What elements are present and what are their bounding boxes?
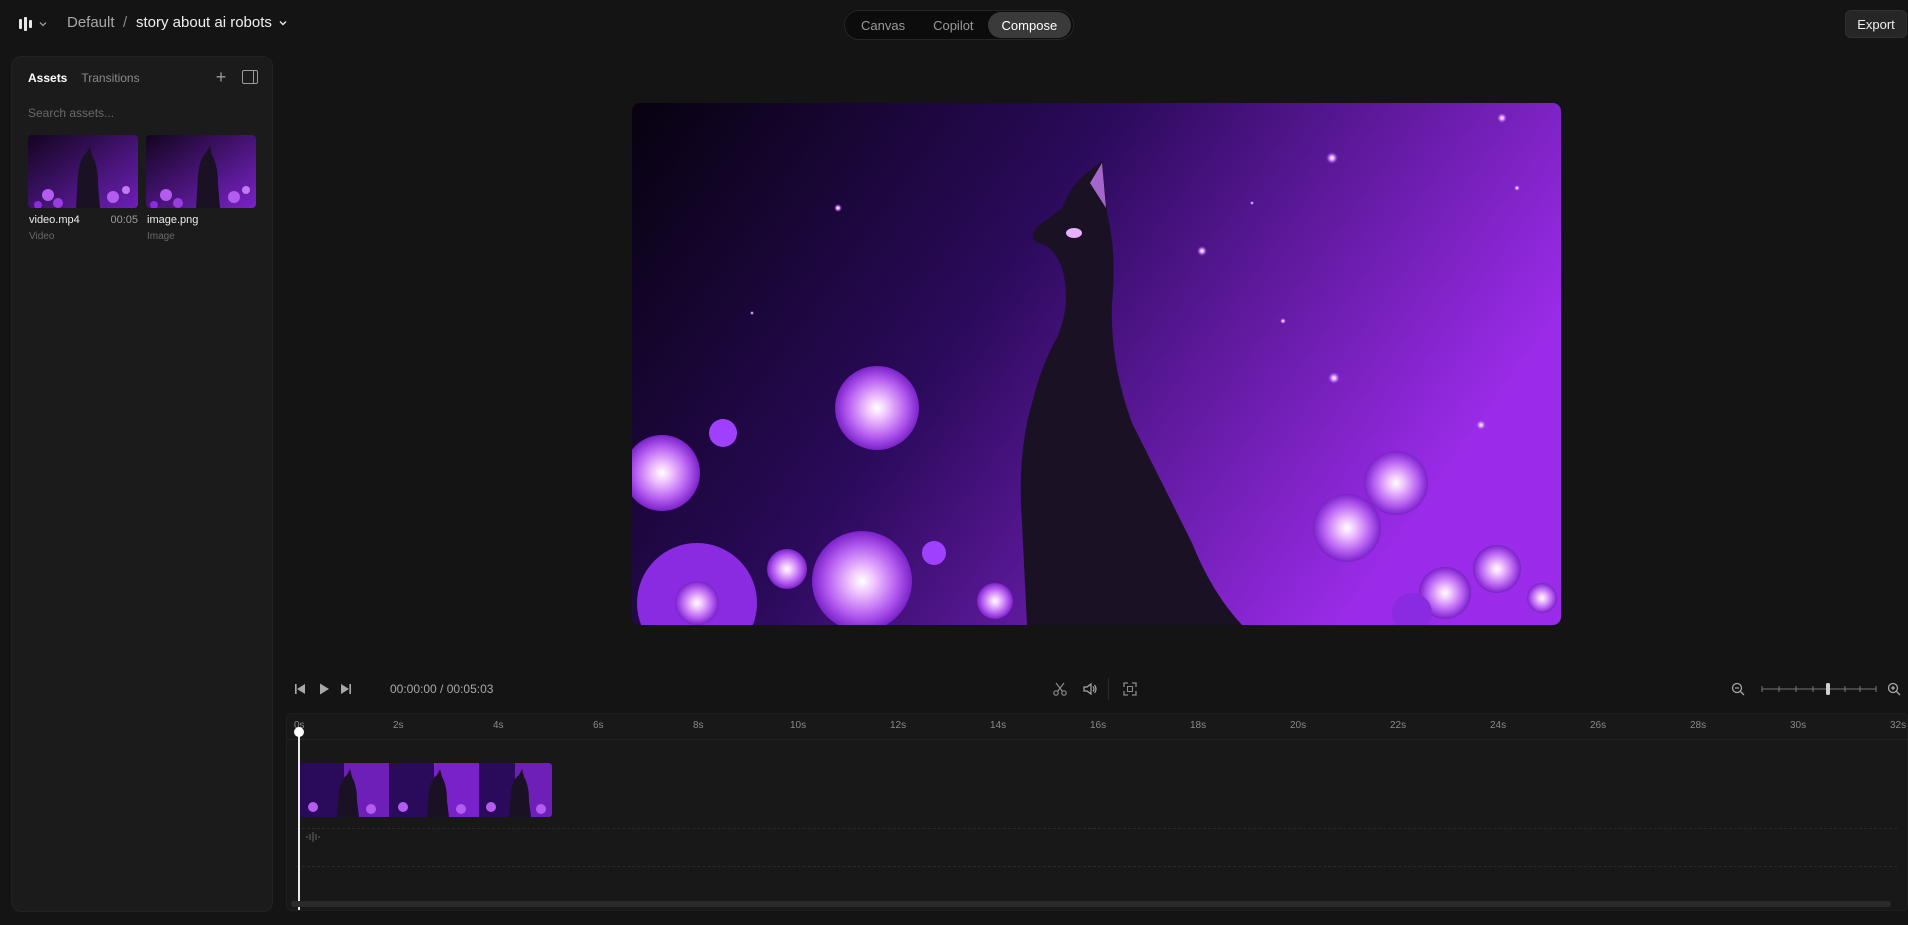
- fullscreen-icon[interactable]: [1122, 681, 1138, 697]
- chevron-down-icon: [279, 20, 287, 25]
- skip-forward-icon[interactable]: [338, 681, 354, 697]
- clip-frame: [299, 763, 389, 817]
- tick-label: 10s: [790, 720, 807, 731]
- tick-label: 30s: [1790, 720, 1807, 731]
- breadcrumb-workspace[interactable]: Default: [67, 14, 115, 31]
- timeline-scrollbar[interactable]: [291, 901, 1891, 907]
- breadcrumb-separator: /: [123, 14, 128, 31]
- tab-assets[interactable]: Assets: [28, 71, 67, 85]
- tab-copilot[interactable]: Copilot: [919, 12, 987, 38]
- tab-canvas[interactable]: Canvas: [847, 12, 919, 38]
- tick-label: 2s: [393, 720, 404, 731]
- project-title: story about ai robots: [136, 14, 272, 31]
- bars-logo-icon[interactable]: [18, 14, 52, 34]
- zoom-slider[interactable]: [1760, 681, 1880, 697]
- tick-label: 18s: [1190, 720, 1207, 731]
- tick-label: 16s: [1090, 720, 1107, 731]
- divider: [1108, 678, 1109, 700]
- assets-sidebar: Assets Transitions + video.mp4 00:05 Vid…: [11, 56, 273, 912]
- tick-label: 32s: [1890, 720, 1907, 731]
- asset-thumbnail: [28, 135, 138, 208]
- mode-switcher: Canvas Copilot Compose: [844, 10, 1074, 40]
- asset-card-image[interactable]: image.png Image: [146, 135, 258, 242]
- tick-label: 28s: [1690, 720, 1707, 731]
- track-divider: [297, 866, 1897, 867]
- preview-frame: [632, 103, 1561, 625]
- playhead-line[interactable]: [298, 730, 300, 910]
- timeline-panel[interactable]: 0s 2s 4s 6s 8s 10s 12s 14s 16s 18s 20s 2…: [286, 713, 1908, 911]
- asset-name: image.png: [147, 214, 199, 226]
- tick-label: 24s: [1490, 720, 1507, 731]
- tick-label: 26s: [1590, 720, 1607, 731]
- tab-compose[interactable]: Compose: [987, 12, 1072, 38]
- asset-card-video[interactable]: video.mp4 00:05 Video: [28, 135, 140, 242]
- audio-waveform-icon: [306, 832, 320, 842]
- asset-type: Image: [147, 231, 175, 242]
- transport-bar: 00:00:00 / 00:05:03: [286, 678, 1906, 700]
- video-clip[interactable]: [299, 763, 552, 817]
- tick-label: 6s: [593, 720, 604, 731]
- panel-toggle-icon[interactable]: [242, 70, 258, 84]
- project-title-dropdown[interactable]: story about ai robots: [136, 14, 288, 31]
- skip-back-icon[interactable]: [292, 681, 308, 697]
- top-bar: Default / story about ai robots Canvas C…: [0, 0, 1908, 48]
- asset-type: Video: [29, 231, 55, 242]
- asset-thumbnail: [146, 135, 256, 208]
- video-preview[interactable]: [632, 103, 1561, 625]
- chevron-down-icon: [39, 22, 47, 27]
- play-icon[interactable]: [316, 681, 332, 697]
- playback-timecode: 00:00:00 / 00:05:03: [390, 682, 494, 696]
- time-ruler[interactable]: 0s 2s 4s 6s 8s 10s 12s 14s 16s 18s 20s 2…: [287, 714, 1908, 740]
- tab-transitions[interactable]: Transitions: [81, 71, 139, 85]
- scissors-icon[interactable]: [1052, 681, 1068, 697]
- playhead-handle[interactable]: [294, 727, 304, 737]
- tick-label: 22s: [1390, 720, 1407, 731]
- volume-icon[interactable]: [1082, 681, 1098, 697]
- asset-name: video.mp4: [29, 214, 80, 226]
- export-button[interactable]: Export: [1845, 10, 1907, 38]
- clip-frame: [479, 763, 552, 817]
- tick-label: 12s: [890, 720, 907, 731]
- add-asset-button[interactable]: +: [212, 68, 230, 86]
- track-divider: [297, 828, 1897, 829]
- tick-label: 20s: [1290, 720, 1307, 731]
- asset-duration: 00:05: [110, 214, 138, 226]
- sidebar-tabs: Assets Transitions: [28, 71, 140, 85]
- zoom-out-icon[interactable]: [1730, 681, 1746, 697]
- tick-label: 8s: [693, 720, 704, 731]
- clip-frame: [389, 763, 479, 817]
- tick-label: 4s: [493, 720, 504, 731]
- zoom-in-icon[interactable]: [1886, 681, 1902, 697]
- tick-label: 14s: [990, 720, 1007, 731]
- search-input[interactable]: [28, 103, 258, 123]
